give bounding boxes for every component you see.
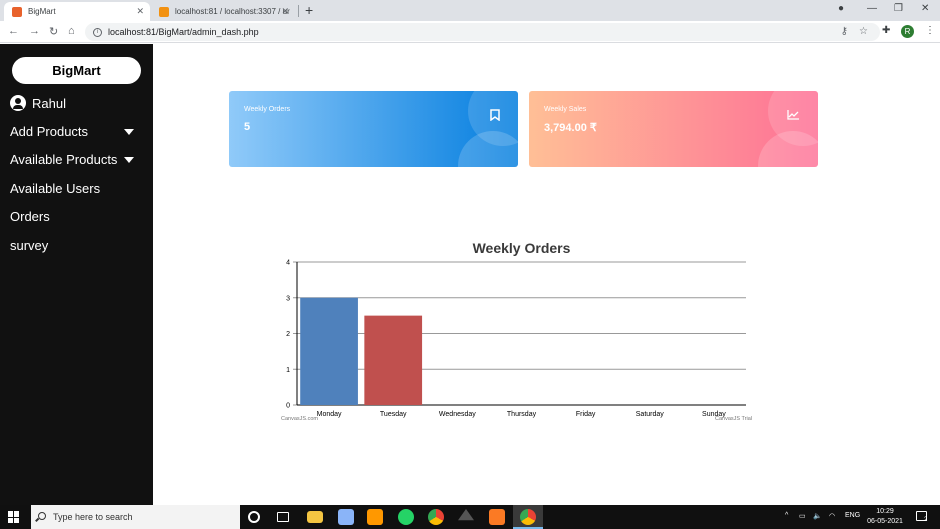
phpmyadmin-favicon-icon <box>159 6 169 17</box>
close-tab-icon[interactable]: ✕ <box>281 6 289 17</box>
site-info-icon[interactable]: i <box>93 27 102 37</box>
chart-credit-right: CanvasJS Trial <box>715 416 752 422</box>
forward-button[interactable]: → <box>29 25 40 37</box>
card-label: Weekly Sales <box>544 106 587 113</box>
sidebar-item-add-products[interactable]: Add Products <box>10 124 145 139</box>
y-tick-label: 3 <box>286 295 290 302</box>
x-tick-label: Saturday <box>636 411 665 418</box>
sidebar-item-orders[interactable]: Orders <box>10 209 50 224</box>
x-tick-label: Wednesday <box>439 411 476 418</box>
y-tick-label: 2 <box>286 331 290 338</box>
user-name: Rahul <box>32 95 66 111</box>
taskbar-search-input[interactable]: Type here to search <box>31 505 240 529</box>
reload-button[interactable]: ↻ <box>49 25 58 38</box>
clock-time: 10:29 <box>876 508 894 515</box>
sidebar-item-available-products[interactable]: Available Products <box>10 152 145 167</box>
tab-title: BigMart <box>28 7 56 16</box>
chart-line-icon <box>787 110 799 120</box>
chrome-active-app[interactable] <box>513 505 543 529</box>
brand-logo[interactable]: BigMart <box>12 57 141 84</box>
sidebar-item-label: Add Products <box>10 124 89 139</box>
tab-title: localhost:81 / localhost:3307 / ur <box>175 7 290 16</box>
sidebar-user[interactable]: Rahul <box>10 95 66 111</box>
y-tick-label: 0 <box>286 403 290 410</box>
y-tick-label: 1 <box>286 367 290 374</box>
file-explorer-icon[interactable] <box>307 511 323 523</box>
xampp-favicon-icon <box>12 6 22 17</box>
bar-monday <box>300 297 358 405</box>
wifi-icon[interactable]: ◠ <box>829 512 835 520</box>
xampp-icon[interactable] <box>489 509 505 525</box>
notification-count: 2 <box>924 517 928 523</box>
search-icon <box>38 512 46 520</box>
weekly-orders-card: Weekly Orders 5 <box>229 91 518 167</box>
chart-title: Weekly Orders <box>473 240 571 256</box>
menu-icon[interactable]: ⋮ <box>925 25 935 36</box>
whatsapp-icon[interactable] <box>398 509 414 525</box>
card-decoration <box>458 131 518 167</box>
key-icon[interactable]: ⚷ ☆ <box>841 26 868 37</box>
sidebar-item-available-users[interactable]: Available Users <box>10 181 100 196</box>
sidebar-item-label: Orders <box>10 209 50 224</box>
show-hidden-icons[interactable]: ^ <box>785 512 788 519</box>
bookmark-icon <box>490 109 500 121</box>
windows-start-icon[interactable] <box>8 511 20 523</box>
tab-separator <box>298 5 299 17</box>
search-placeholder: Type here to search <box>53 512 133 522</box>
sidebar-item-label: Available Users <box>10 181 101 196</box>
sidebar: BigMart Rahul Add Products Available Pro… <box>0 44 153 505</box>
chrome-icon[interactable] <box>428 509 444 525</box>
url-text: localhost:81/BigMart/admin_dash.php <box>108 27 259 37</box>
profile-avatar[interactable]: R <box>901 25 914 38</box>
tab-phpmyadmin[interactable]: localhost:81 / localhost:3307 / ur ✕ <box>155 2 295 21</box>
clock[interactable]: 10:29 06-05-2021 <box>862 507 908 527</box>
home-button[interactable]: ⌂ <box>68 25 75 37</box>
sidebar-item-survey[interactable]: survey <box>10 238 48 253</box>
x-tick-label: Monday <box>317 411 342 418</box>
card-label: Weekly Orders <box>244 106 291 113</box>
sidebar-item-label: Available Products <box>10 152 118 167</box>
close-window-button[interactable]: ✕ <box>921 3 929 14</box>
windows-taskbar: Type here to search ^ ▭ 🔈 ◠ ENG 10:29 06… <box>0 505 940 529</box>
volume-icon[interactable]: 🔈 <box>813 512 822 520</box>
maximize-button[interactable]: ❐ <box>894 3 903 14</box>
card-decoration <box>758 131 818 167</box>
task-view-icon[interactable] <box>277 512 289 522</box>
card-value: 3,794.00 ₹ <box>544 122 597 134</box>
x-tick-label: Thursday <box>507 411 537 418</box>
x-tick-label: Tuesday <box>380 411 407 418</box>
inkscape-icon[interactable] <box>458 509 474 521</box>
language-indicator[interactable]: ENG <box>845 512 860 519</box>
browser-toolbar: ← → ↻ ⌂ i localhost:81/BigMart/admin_das… <box>0 21 940 43</box>
battery-icon[interactable]: ▭ <box>799 512 806 520</box>
chart-credit-left: CanvasJS.com <box>281 416 318 422</box>
notepad-icon[interactable] <box>338 509 354 525</box>
weekly-orders-chart: Weekly Orders 0 1 2 3 4 Monday Tuesday Wednesday… <box>281 240 752 422</box>
chrome-icon <box>520 509 536 525</box>
extensions-icon[interactable]: ✚ <box>882 25 890 36</box>
cortana-icon[interactable] <box>248 511 260 523</box>
close-tab-icon[interactable]: ✕ <box>136 6 144 17</box>
browser-tab-bar: BigMart ✕ localhost:81 / localhost:3307 … <box>0 0 940 21</box>
sidebar-item-label: survey <box>10 238 49 253</box>
x-tick-label: Friday <box>576 411 596 418</box>
new-tab-button[interactable]: + <box>305 2 313 18</box>
clock-date: 06-05-2021 <box>867 518 903 525</box>
card-value: 5 <box>244 121 251 133</box>
bar-tuesday <box>364 315 423 405</box>
address-bar[interactable]: i localhost:81/BigMart/admin_dash.php ⚷ … <box>85 23 880 41</box>
back-button[interactable]: ← <box>8 25 19 37</box>
sublime-text-icon[interactable] <box>367 509 383 525</box>
weekly-sales-card: Weekly Sales 3,794.00 ₹ <box>529 91 818 167</box>
tab-bigmart[interactable]: BigMart ✕ <box>4 2 150 21</box>
y-tick-label: 4 <box>286 260 290 267</box>
tab-search-icon[interactable]: ● <box>838 3 844 14</box>
user-circle-icon <box>10 95 26 111</box>
caret-down-icon <box>124 157 134 163</box>
minimize-button[interactable]: — <box>867 3 877 14</box>
caret-down-icon <box>124 129 134 135</box>
